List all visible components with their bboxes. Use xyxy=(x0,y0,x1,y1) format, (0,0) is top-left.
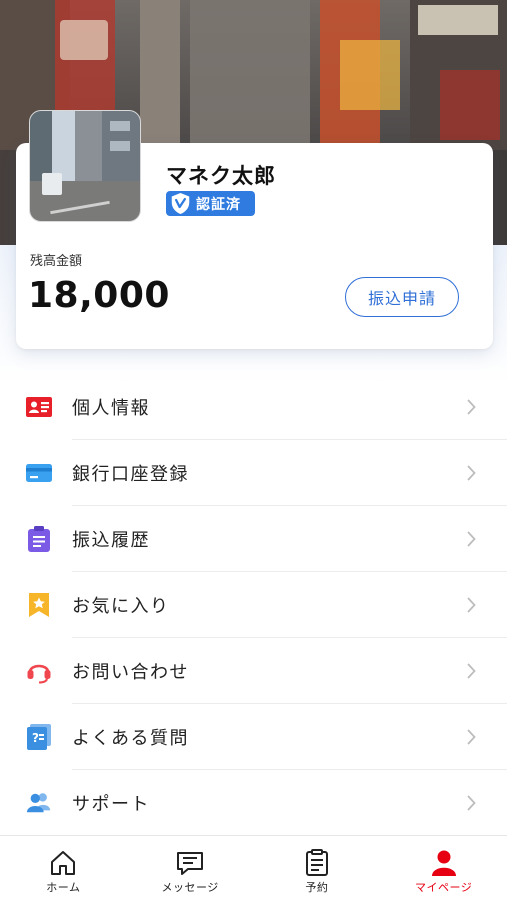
bookmark-star-icon xyxy=(26,592,52,618)
svg-text:?: ? xyxy=(32,731,39,745)
nav-label: ホーム xyxy=(46,881,81,894)
menu-list: 個人情報 銀行口座登録 振込履歴 お気に入り お問い合わせ ? よくある質問 サ… xyxy=(0,374,507,836)
menu-item-faq[interactable]: ? よくある質問 xyxy=(0,704,507,770)
nav-home[interactable]: ホーム xyxy=(0,836,127,901)
faq-book-icon: ? xyxy=(26,724,52,750)
menu-item-label: 個人情報 xyxy=(72,398,150,419)
menu-item-label: お問い合わせ xyxy=(72,662,189,683)
transfer-request-button[interactable]: 振込申請 xyxy=(345,277,459,317)
chevron-right-icon xyxy=(467,597,476,613)
balance-amount: 18,000 xyxy=(28,275,170,316)
clipboard-list-icon xyxy=(26,526,52,552)
menu-item-label: サポート xyxy=(72,794,150,815)
chevron-right-icon xyxy=(467,399,476,415)
nav-label: 予約 xyxy=(305,881,329,894)
message-icon xyxy=(177,852,204,875)
id-card-icon xyxy=(26,394,52,420)
nav-message[interactable]: メッセージ xyxy=(127,836,254,901)
menu-item-favorites[interactable]: お気に入り xyxy=(0,572,507,638)
verified-badge: 認証済 xyxy=(166,191,255,216)
bottom-nav: ホーム メッセージ 予約 マイページ xyxy=(0,835,507,901)
verified-label: 認証済 xyxy=(196,196,241,213)
menu-item-label: 銀行口座登録 xyxy=(72,464,189,485)
chevron-right-icon xyxy=(467,795,476,811)
headset-icon xyxy=(26,658,52,684)
chevron-right-icon xyxy=(467,729,476,745)
menu-item-label: よくある質問 xyxy=(72,728,189,749)
user-icon xyxy=(431,850,456,876)
menu-item-personal-info[interactable]: 個人情報 xyxy=(0,374,507,440)
nav-reservation[interactable]: 予約 xyxy=(254,836,381,901)
verified-shield-icon xyxy=(171,193,190,214)
menu-item-bank-account[interactable]: 銀行口座登録 xyxy=(0,440,507,506)
chevron-right-icon xyxy=(467,531,476,547)
bank-card-icon xyxy=(26,460,52,486)
home-icon xyxy=(51,851,76,875)
users-icon xyxy=(26,790,52,816)
menu-item-support[interactable]: サポート xyxy=(0,770,507,836)
chevron-right-icon xyxy=(467,663,476,679)
chevron-right-icon xyxy=(467,465,476,481)
menu-item-label: お気に入り xyxy=(72,596,170,617)
nav-label: メッセージ xyxy=(161,881,219,894)
menu-item-contact[interactable]: お問い合わせ xyxy=(0,638,507,704)
user-name: マネク太郎 xyxy=(166,164,276,188)
avatar[interactable] xyxy=(29,110,141,222)
nav-label: マイページ xyxy=(414,881,473,894)
balance-label: 残高金額 xyxy=(30,254,83,269)
reservation-icon xyxy=(305,849,328,876)
menu-item-transfer-history[interactable]: 振込履歴 xyxy=(0,506,507,572)
nav-mypage[interactable]: マイページ xyxy=(380,836,507,901)
menu-item-label: 振込履歴 xyxy=(72,530,150,551)
